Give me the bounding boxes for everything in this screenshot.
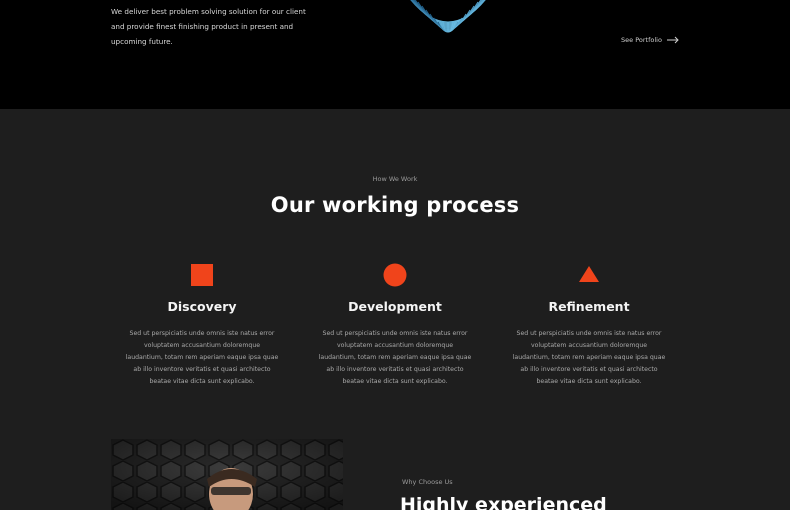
process-heading: Our working process <box>270 193 520 217</box>
working-process-section: How We Work Our working process Discover… <box>0 109 790 510</box>
triangle-icon <box>579 266 599 282</box>
circle-icon <box>383 263 407 287</box>
step-title: Discovery <box>167 299 237 314</box>
process-step-development: Development Sed ut perspiciatis unde omn… <box>310 263 480 388</box>
process-eyebrow: How We Work <box>372 175 418 183</box>
step-description: Sed ut perspiciatis unde omnis iste natu… <box>512 330 666 385</box>
step-description: Sed ut perspiciatis unde omnis iste natu… <box>318 330 472 385</box>
see-portfolio-label: See Portfolio <box>621 36 662 44</box>
see-portfolio-link[interactable]: See Portfolio <box>621 36 679 44</box>
why-choose-eyebrow: Why Choose Us <box>402 478 453 486</box>
why-choose-heading: Highly experienced <box>400 494 607 510</box>
team-member-photo <box>111 439 343 510</box>
step-description: Sed ut perspiciatis unde omnis iste natu… <box>125 330 279 385</box>
step-title: Refinement <box>548 299 630 314</box>
process-step-discovery: Discovery Sed ut perspiciatis unde omnis… <box>117 263 287 388</box>
step-title: Development <box>348 299 442 314</box>
arrow-right-icon <box>666 36 679 44</box>
hero-section: We deliver best problem solving solution… <box>0 0 790 109</box>
square-icon <box>191 264 213 286</box>
spiral-graphic <box>410 0 486 33</box>
hero-intro-text: We deliver best problem solving solution… <box>111 7 306 46</box>
process-step-refinement: Refinement Sed ut perspiciatis unde omni… <box>504 263 674 388</box>
